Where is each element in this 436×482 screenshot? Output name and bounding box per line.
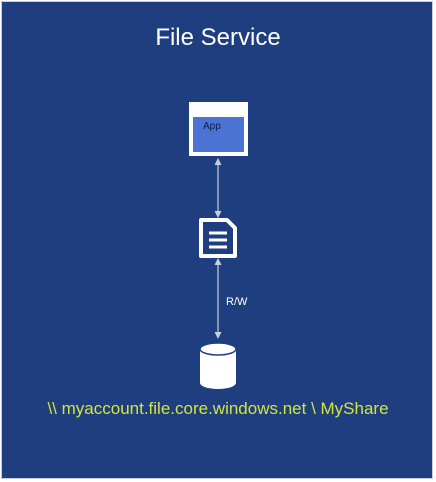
document-storage-connector	[214, 258, 222, 339]
share-path: \\ myaccount.file.core.windows.net \ MyS…	[47, 399, 389, 418]
connection-label: R/W	[226, 296, 248, 308]
app-document-connector	[214, 158, 222, 218]
document-icon	[199, 218, 237, 258]
storage-cylinder-icon	[199, 342, 237, 389]
